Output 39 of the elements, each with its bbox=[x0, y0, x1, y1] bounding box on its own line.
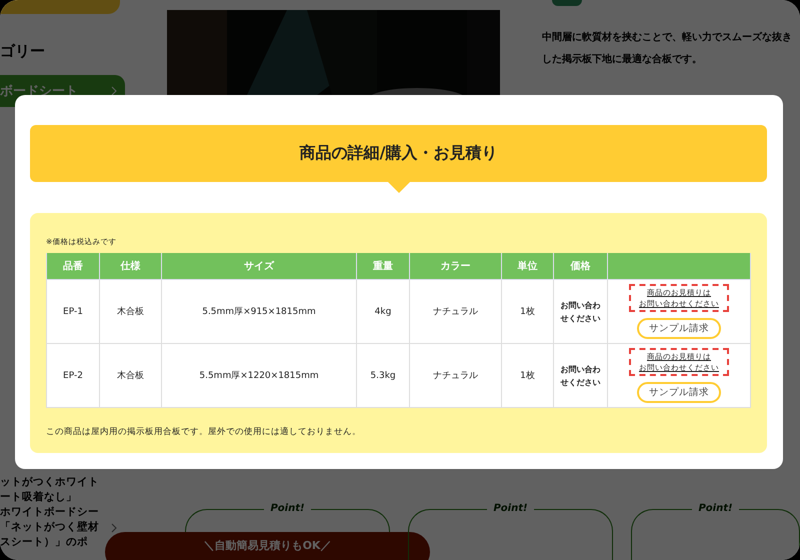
category-heading: ゴリー bbox=[0, 42, 45, 61]
usage-note: この商品は屋内用の掲示板用合板です。屋外での使用には適しておりません。 bbox=[46, 426, 362, 438]
tag-button[interactable] bbox=[552, 0, 582, 6]
estimate-banner[interactable]: ＼自動簡易見積りもOK／ bbox=[105, 532, 430, 560]
table-cell: 1枚 bbox=[520, 371, 535, 381]
column-header: 仕様 bbox=[120, 261, 140, 272]
category-item[interactable]: ットがつくホワイト bbox=[0, 475, 99, 490]
modal-title: 商品の詳細/購入・お見積り bbox=[300, 143, 498, 164]
table-cell: EP-1 bbox=[63, 306, 83, 316]
table-cell: 4kg bbox=[374, 306, 392, 316]
table-cell: EP-2 bbox=[63, 370, 83, 380]
point-label: Point! bbox=[692, 503, 739, 514]
table-cell: 5.3kg bbox=[370, 370, 396, 380]
point-label: Point! bbox=[264, 503, 311, 514]
table-cell: ナチュラル bbox=[433, 371, 478, 381]
category-item[interactable]: 「ネットがつく壁材 bbox=[0, 520, 99, 535]
column-header: 品番 bbox=[63, 261, 83, 272]
description-text: した掲示板下地に最適な合板です。 bbox=[542, 52, 702, 66]
point-label: Point! bbox=[487, 503, 534, 514]
table-cell: 木合板 bbox=[117, 307, 144, 317]
description-text: 中間層に軟質材を挟むことで、軽い力でスムーズな抜き bbox=[542, 30, 792, 44]
table-cell: 5.5mm厚×915×1815mm bbox=[202, 307, 316, 317]
category-item[interactable]: スシート）」のポ bbox=[0, 535, 88, 550]
table-cell: 5.5mm厚×1220×1815mm bbox=[199, 371, 319, 381]
category-item[interactable]: ホワイトボードシー bbox=[0, 505, 99, 520]
price-text: お問い合わ せください bbox=[560, 300, 600, 324]
chevron-icon bbox=[111, 523, 117, 533]
sample-request-button[interactable]: サンプル請求 bbox=[637, 382, 721, 403]
column-header: サイズ bbox=[244, 261, 274, 272]
table-cell: ナチュラル bbox=[433, 307, 478, 317]
column-header: 重量 bbox=[373, 261, 393, 272]
column-header: 価格 bbox=[570, 261, 590, 272]
category-item[interactable]: ート吸着なし」 bbox=[0, 490, 77, 505]
table-cell: 1枚 bbox=[520, 307, 535, 317]
sample-request-button[interactable]: サンプル請求 bbox=[637, 318, 721, 339]
price-text: お問い合わ せください bbox=[560, 364, 600, 388]
table-cell: 木合板 bbox=[117, 371, 144, 381]
column-header: 単位 bbox=[518, 261, 538, 272]
column-header: カラー bbox=[440, 261, 470, 272]
